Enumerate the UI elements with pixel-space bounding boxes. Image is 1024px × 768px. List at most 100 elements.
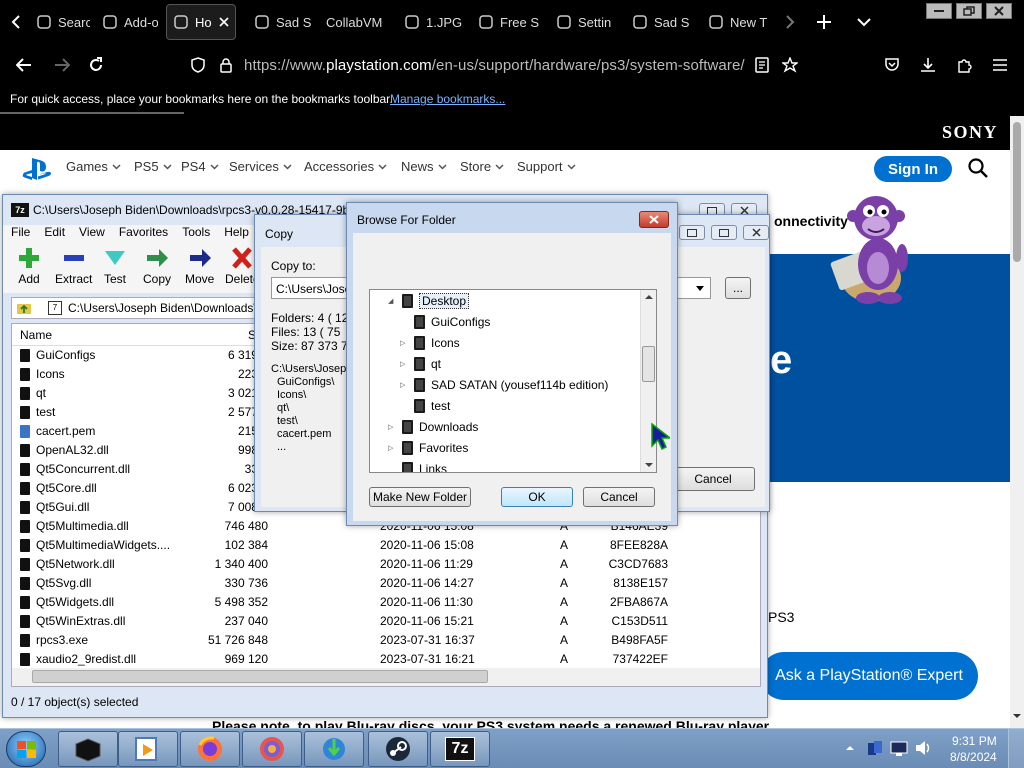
tree-node-icons[interactable]: ▷ Icons — [400, 332, 460, 353]
taskbar-app-5[interactable] — [368, 731, 428, 767]
file-row[interactable]: Qt5Network.dll 1 340 400 2020-11-06 11:29 A… — [12, 555, 760, 574]
downloads-icon[interactable] — [916, 53, 940, 77]
menu-file[interactable]: File — [11, 225, 30, 243]
ps-nav-store[interactable]: Store — [460, 159, 504, 174]
file-row[interactable]: rpcs3.exe 51 726 848 2023-07-31 16:37 A B498… — [12, 631, 760, 650]
move-button[interactable]: Move — [185, 247, 214, 286]
ok-button[interactable]: OK — [501, 487, 573, 507]
volume-icon[interactable] — [914, 739, 932, 757]
site-search-icon[interactable] — [968, 158, 988, 178]
page-scroll-down-icon[interactable] — [1013, 712, 1021, 722]
browse-cancel-button[interactable]: Cancel — [583, 487, 655, 507]
tree-node-downloads[interactable]: ▷ Downloads — [388, 416, 478, 437]
url-bar[interactable]: https://www.playstation.com/en-us/suppor… — [244, 57, 745, 74]
sign-in-button[interactable]: Sign In — [874, 156, 952, 182]
menu-view[interactable]: View — [79, 225, 105, 243]
copy-close-icon[interactable] — [743, 225, 769, 240]
forward-arrow-icon[interactable] — [50, 53, 74, 77]
tab-3[interactable]: Sad S — [248, 4, 312, 40]
file-row[interactable]: xaudio2_9redist.dll 969 120 2023-07-31 16:… — [12, 650, 760, 669]
copy-to-dropdown-icon[interactable] — [696, 286, 704, 292]
back-arrow-icon[interactable] — [12, 53, 36, 77]
pocket-icon[interactable] — [880, 53, 904, 77]
tree-scroll-thumb[interactable] — [642, 346, 655, 382]
show-desktop-button[interactable] — [1008, 729, 1024, 768]
tab-1[interactable]: Add-o — [96, 4, 158, 40]
reload-icon[interactable] — [84, 53, 108, 77]
taskbar-app-6[interactable]: 7z — [430, 731, 490, 767]
copy-cancel-button[interactable]: Cancel — [671, 467, 755, 491]
window-restore-icon[interactable] — [956, 3, 982, 19]
copy-button[interactable]: Copy — [143, 247, 171, 286]
tree-expander-icon[interactable]: ▷ — [400, 339, 408, 347]
tree-node-desktop[interactable]: ◢ Desktop — [388, 290, 470, 311]
ps-nav-ps4[interactable]: PS4 — [181, 159, 219, 174]
tree-node-guiconfigs[interactable]: GuiConfigs — [400, 311, 490, 332]
tab-7[interactable]: Settin — [550, 4, 620, 40]
tree-node-qt[interactable]: ▷ qt — [400, 353, 441, 374]
tree-scroll-up-icon[interactable] — [645, 294, 653, 300]
hamburger-menu-icon[interactable] — [988, 53, 1012, 77]
extract-button[interactable]: Extract — [55, 247, 92, 286]
tab-6[interactable]: Free S — [472, 4, 542, 40]
taskbar-app-1[interactable] — [118, 731, 178, 767]
reader-view-icon[interactable] — [750, 53, 774, 77]
ps-nav-games[interactable]: Games — [66, 159, 121, 174]
tree-expander-icon[interactable]: ▷ — [388, 444, 396, 452]
sony-logo[interactable]: SONY — [942, 122, 998, 143]
ps-nav-news[interactable]: News — [401, 159, 447, 174]
tab-4[interactable]: CollabVM — [320, 4, 390, 40]
ps-nav-accessories[interactable]: Accessories — [304, 159, 387, 174]
tab-close-icon[interactable] — [219, 17, 229, 27]
ps-nav-services[interactable]: Services — [229, 159, 292, 174]
new-tab-icon[interactable] — [812, 10, 836, 34]
file-row[interactable]: Qt5MultimediaWidgets.... 102 384 2020-11-0… — [12, 536, 760, 555]
bookmark-star-icon[interactable] — [778, 53, 802, 77]
clock-date[interactable]: 8/8/2024 — [950, 750, 997, 764]
taskbar-app-3[interactable] — [242, 731, 302, 767]
menu-favorites[interactable]: Favorites — [119, 225, 168, 243]
file-row[interactable]: Qt5WinExtras.dll 237 040 2020-11-06 15:21 A… — [12, 612, 760, 631]
browse-close-icon[interactable] — [639, 211, 669, 228]
taskbar-app-2[interactable] — [180, 731, 240, 767]
taskbar-app-0[interactable] — [58, 731, 118, 767]
menu-edit[interactable]: Edit — [44, 225, 65, 243]
copy-maximize-icon[interactable] — [679, 225, 705, 240]
tracking-shield-icon[interactable] — [186, 53, 210, 77]
tree-expander-icon[interactable]: ▷ — [388, 423, 396, 431]
file-list-hscrollbar[interactable] — [12, 668, 760, 686]
copy-browse-button[interactable]: ... — [725, 277, 751, 299]
7zip-address-bar[interactable]: 7 C:\Users\Joseph Biden\Downloads\ — [11, 297, 259, 319]
manage-bookmarks-link[interactable]: Manage bookmarks... — [390, 92, 505, 106]
ask-expert-button[interactable]: Ask a PlayStation® Expert — [760, 652, 978, 700]
tree-node-test[interactable]: test — [400, 395, 450, 416]
start-button[interactable] — [6, 731, 46, 767]
tree-expander-icon[interactable]: ▷ — [400, 381, 408, 389]
show-hidden-icons-icon[interactable] — [846, 745, 854, 751]
tree-node-sad[interactable]: ▷ SAD SATAN (yousef114b edition) — [400, 374, 608, 395]
tab-scroll-left-icon[interactable] — [4, 10, 28, 34]
playstation-logo-icon[interactable] — [22, 156, 52, 182]
tree-expander-icon[interactable]: ◢ — [388, 297, 396, 305]
tree-scroll-down-icon[interactable] — [645, 462, 653, 468]
file-row[interactable]: Qt5Svg.dll 330 736 2020-11-06 14:27 A 8138E1… — [12, 574, 760, 593]
ps-nav-ps5[interactable]: PS5 — [134, 159, 172, 174]
window-close-icon[interactable] — [986, 3, 1012, 19]
tab-0[interactable]: Searc — [30, 4, 90, 40]
tab-8[interactable]: Sad S — [626, 4, 694, 40]
tab-scroll-right-icon[interactable] — [778, 10, 802, 34]
up-folder-icon[interactable] — [16, 301, 32, 315]
taskbar-app-4[interactable] — [304, 731, 364, 767]
extensions-icon[interactable] — [952, 53, 976, 77]
tab-2[interactable]: Ho — [166, 4, 236, 40]
menu-help[interactable]: Help — [224, 225, 249, 243]
copy-restore-icon[interactable] — [711, 225, 737, 240]
lock-icon[interactable] — [214, 53, 238, 77]
tab-9[interactable]: New T — [702, 4, 774, 40]
file-row[interactable]: Qt5Widgets.dll 5 498 352 2020-11-06 11:30 A… — [12, 593, 760, 612]
page-scrollbar[interactable] — [1010, 116, 1024, 728]
bonzi-buddy-icon[interactable] — [826, 186, 926, 308]
make-new-folder-button[interactable]: Make New Folder — [369, 487, 471, 507]
tray-app-icon[interactable] — [866, 739, 884, 757]
tree-node-favorites[interactable]: ▷ Favorites — [388, 437, 468, 458]
